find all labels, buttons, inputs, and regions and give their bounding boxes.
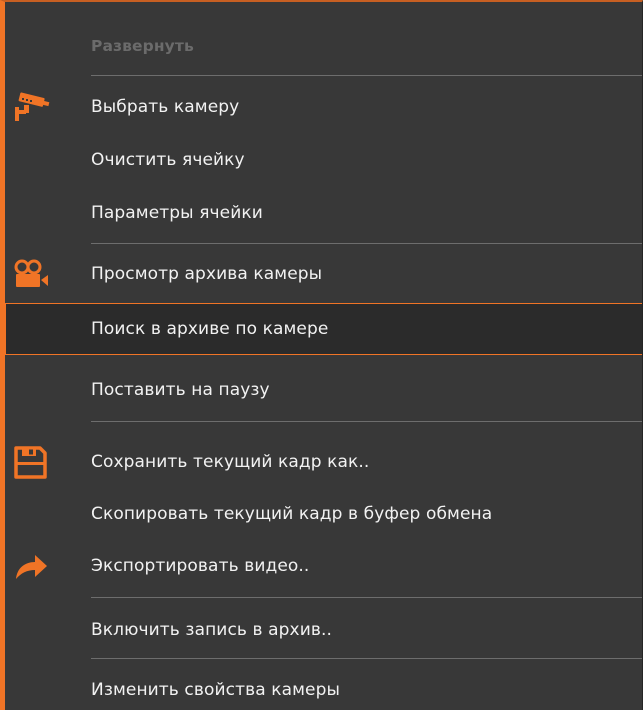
menu-separator: [91, 75, 642, 76]
menu-item-label: Сохранить текущий кадр как..: [91, 452, 370, 472]
menu-item-expand: Развернуть: [5, 20, 642, 72]
menu-item-cell-parameters[interactable]: Параметры ячейки: [5, 187, 642, 239]
save-icon: [11, 445, 51, 479]
video-camera-icon: [11, 257, 51, 291]
menu-item-save-frame[interactable]: Сохранить текущий кадр как..: [5, 436, 642, 488]
menu-item-archive-search[interactable]: Поиск в архиве по камере: [5, 303, 642, 355]
menu-item-label: Скопировать текущий кадр в буфер обмена: [91, 504, 493, 524]
menu-item-label: Развернуть: [91, 37, 194, 55]
menu-item-label: Экспортировать видео..: [91, 556, 310, 576]
menu-separator: [91, 243, 642, 244]
menu-separator: [91, 597, 642, 598]
menu-item-label: Изменить свойства камеры: [91, 680, 341, 700]
menu-item-view-archive[interactable]: Просмотр архива камеры: [5, 248, 642, 300]
menu-item-select-camera[interactable]: Выбрать камеру: [5, 81, 642, 133]
menu-item-label: Включить запись в архив..: [91, 620, 332, 640]
export-arrow-icon: [11, 549, 51, 583]
menu-item-enable-recording[interactable]: Включить запись в архив..: [5, 604, 642, 656]
menu-item-label: Выбрать камеру: [91, 97, 240, 117]
menu-separator: [91, 421, 642, 422]
menu-separator: [91, 658, 642, 659]
menu-item-pause[interactable]: Поставить на паузу: [5, 364, 642, 416]
menu-item-label: Очистить ячейку: [91, 150, 245, 170]
menu-item-label: Параметры ячейки: [91, 203, 263, 223]
menu-item-label: Просмотр архива камеры: [91, 264, 323, 284]
menu-item-copy-frame[interactable]: Скопировать текущий кадр в буфер обмена: [5, 488, 642, 540]
menu-item-camera-properties[interactable]: Изменить свойства камеры: [5, 664, 642, 710]
security-camera-icon: [11, 90, 51, 124]
menu-item-clear-cell[interactable]: Очистить ячейку: [5, 134, 642, 186]
menu-item-export-video[interactable]: Экспортировать видео..: [5, 540, 642, 592]
menu-item-label: Поставить на паузу: [91, 380, 270, 400]
menu-item-label: Поиск в архиве по камере: [91, 319, 329, 339]
context-menu: Развернуть Выбрать камеру Очистить ячейк…: [0, 0, 643, 710]
